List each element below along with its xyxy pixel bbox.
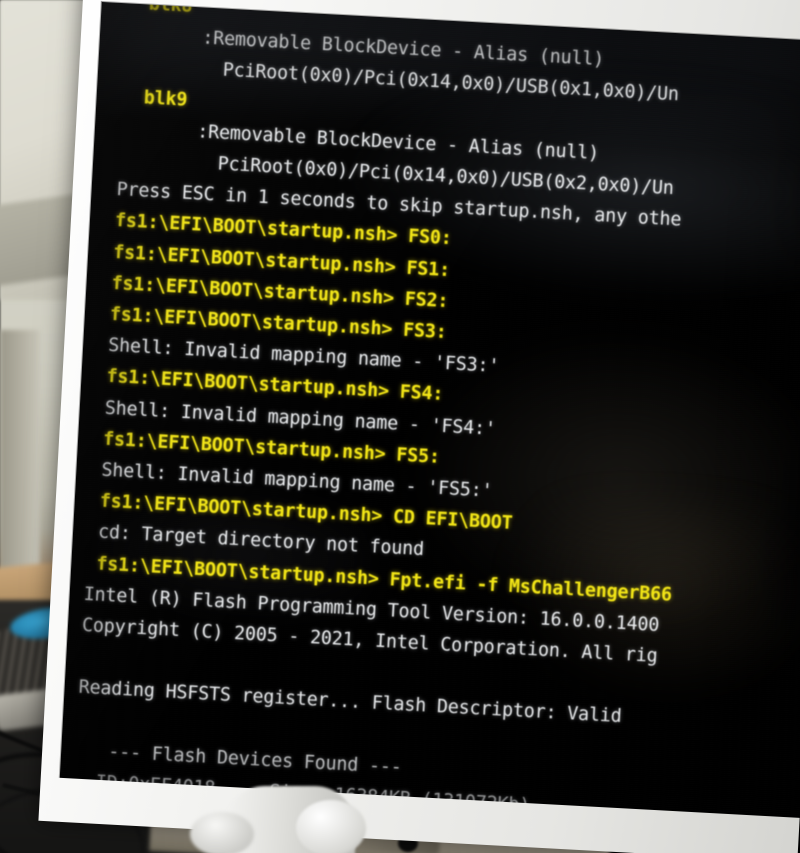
uefi-shell-console[interactable]: blk8:Removable BlockDevice - Alias (null… (60, 2, 800, 818)
monitor-screen: blk8:Removable BlockDevice - Alias (null… (59, 1, 800, 819)
monitor: blk8:Removable BlockDevice - Alias (null… (38, 0, 800, 853)
door-frame (0, 330, 40, 590)
console-line-blk9-label: blk9 (143, 86, 188, 111)
monitor-stand-base-left (190, 812, 254, 853)
console-line-hsfsts: Reading HSFSTS register... Flash Descrip… (78, 677, 623, 728)
monitor-stand-base (296, 800, 366, 853)
photograph-of-monitor: blk8:Removable BlockDevice - Alias (null… (0, 0, 800, 853)
